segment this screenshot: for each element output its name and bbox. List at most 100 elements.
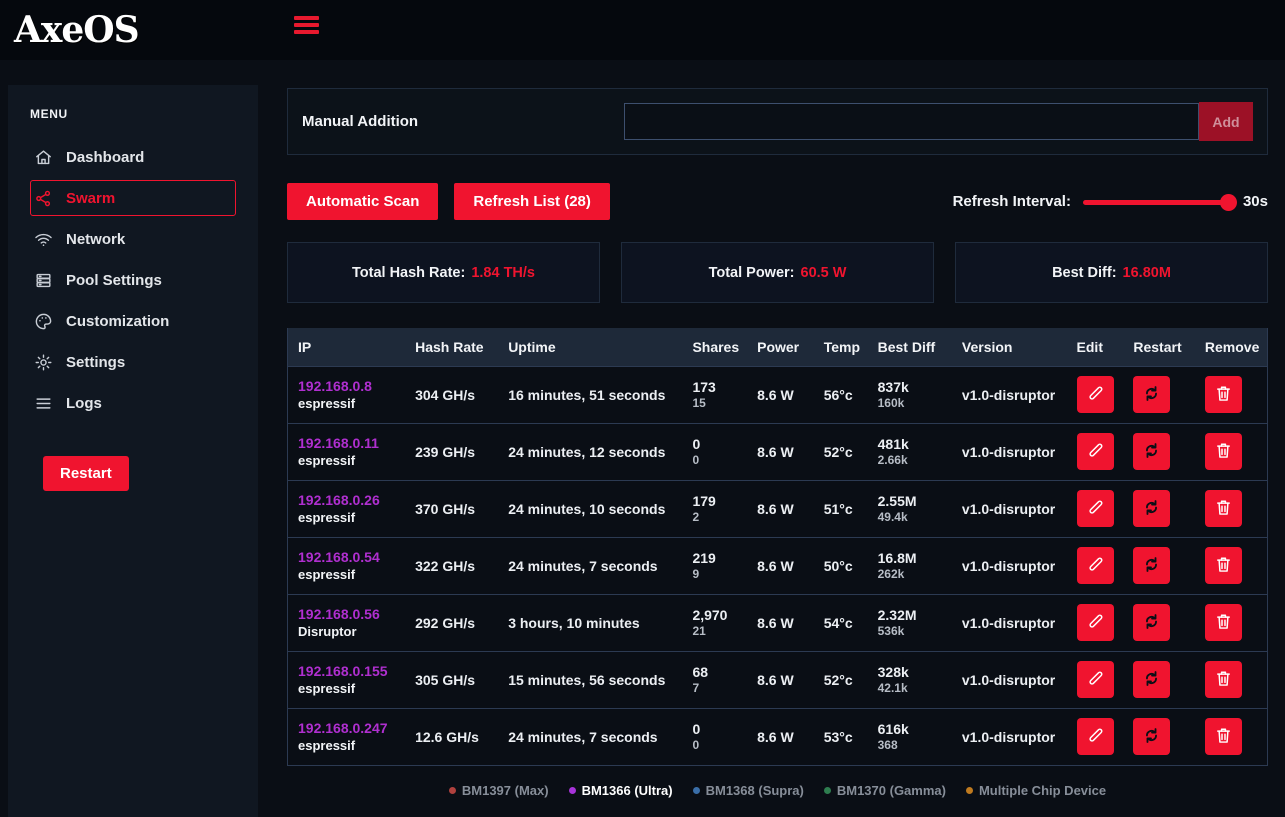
gear-icon	[33, 352, 53, 372]
shares-cell: 2199	[682, 537, 747, 594]
refresh-interval-slider[interactable]	[1083, 194, 1235, 210]
sidebar-item-pool-settings[interactable]: Pool Settings	[30, 262, 236, 298]
sidebar-item-label: Network	[66, 231, 125, 248]
restart-button[interactable]	[1133, 433, 1170, 470]
restart-device-button[interactable]: Restart	[43, 456, 129, 491]
uptime-cell: 24 minutes, 7 seconds	[498, 537, 682, 594]
sidebar-item-settings[interactable]: Settings	[30, 344, 236, 380]
palette-icon	[33, 311, 53, 331]
restart-icon	[1141, 611, 1162, 635]
legend-dot-icon	[569, 787, 576, 794]
trash-icon	[1213, 554, 1234, 578]
axeos-logo: AxeOS	[14, 9, 139, 51]
remove-cell	[1195, 594, 1268, 651]
sidebar-item-label: Settings	[66, 354, 125, 371]
slider-thumb[interactable]	[1220, 194, 1237, 211]
total-hash-rate-label: Total Hash Rate:	[352, 265, 465, 281]
ip-cell: 192.168.0.54 espressif	[288, 537, 406, 594]
restart-button[interactable]	[1133, 376, 1170, 413]
total-power-label: Total Power:	[709, 265, 795, 281]
shares-rejected: 7	[692, 681, 747, 695]
device-ip-link[interactable]: 192.168.0.11	[298, 435, 405, 451]
asic-legend: BM1397 (Max)BM1366 (Ultra)BM1368 (Supra)…	[287, 783, 1268, 798]
best-diff-cell: 837k160k	[868, 366, 952, 423]
device-ip-link[interactable]: 192.168.0.26	[298, 492, 405, 508]
ip-cell: 192.168.0.155espressif	[288, 651, 406, 708]
col-header-remove: Remove	[1195, 328, 1268, 366]
restart-button[interactable]	[1133, 547, 1170, 584]
device-ip-link[interactable]: 192.168.0.54	[298, 549, 405, 565]
remove-button[interactable]	[1205, 604, 1242, 641]
manual-addition-label: Manual Addition	[302, 113, 624, 130]
device-hostname: espressif	[298, 567, 405, 582]
device-ip-link[interactable]: 192.168.0.8	[298, 378, 405, 394]
manual-addition-panel: Manual Addition Add	[287, 88, 1268, 155]
best-diff-cell: 616k368	[868, 708, 952, 765]
trash-icon	[1213, 668, 1234, 692]
sidebar-item-logs[interactable]: Logs	[30, 385, 236, 421]
remove-button[interactable]	[1205, 490, 1242, 527]
uptime-cell: 16 minutes, 51 seconds	[498, 366, 682, 423]
legend-item: Multiple Chip Device	[966, 783, 1106, 798]
sidebar-item-customization[interactable]: Customization	[30, 303, 236, 339]
edit-button[interactable]	[1077, 661, 1114, 698]
trash-icon	[1213, 383, 1234, 407]
edit-button[interactable]	[1077, 490, 1114, 527]
power-cell: 8.6 W	[747, 423, 814, 480]
power-cell: 8.6 W	[747, 366, 814, 423]
hash-rate-cell: 322 GH/s	[405, 537, 498, 594]
edit-button[interactable]	[1077, 718, 1114, 755]
edit-cell	[1067, 651, 1124, 708]
legend-dot-icon	[966, 787, 973, 794]
remove-button[interactable]	[1205, 547, 1242, 584]
slider-track	[1083, 200, 1235, 205]
device-hostname: espressif	[298, 396, 405, 411]
edit-cell	[1067, 366, 1124, 423]
sidebar-item-label: Logs	[66, 395, 102, 412]
temp-cell: 50°c	[814, 537, 868, 594]
shares-accepted: 0	[692, 721, 747, 737]
remove-cell	[1195, 651, 1268, 708]
col-header-ip: IP	[288, 328, 406, 366]
remove-cell	[1195, 366, 1268, 423]
device-ip-link[interactable]: 192.168.0.56	[298, 606, 405, 622]
manual-addition-input[interactable]	[624, 103, 1199, 140]
pencil-icon	[1085, 554, 1106, 578]
restart-cell	[1123, 423, 1195, 480]
restart-icon	[1141, 554, 1162, 578]
shares-cell: 17315	[682, 366, 747, 423]
uptime-cell: 24 minutes, 7 seconds	[498, 708, 682, 765]
edit-cell	[1067, 423, 1124, 480]
restart-button[interactable]	[1133, 718, 1170, 755]
best-diff-cell: 16.8M262k	[868, 537, 952, 594]
add-button[interactable]: Add	[1199, 102, 1253, 141]
device-hostname: espressif	[298, 738, 405, 753]
edit-button[interactable]	[1077, 433, 1114, 470]
pencil-icon	[1085, 611, 1106, 635]
session-diff-value: 368	[878, 738, 952, 752]
legend-item: BM1368 (Supra)	[693, 783, 804, 798]
device-ip-link[interactable]: 192.168.0.155	[298, 663, 405, 679]
restart-icon	[1141, 725, 1162, 749]
remove-button[interactable]	[1205, 661, 1242, 698]
shares-accepted: 173	[692, 379, 747, 395]
edit-button[interactable]	[1077, 376, 1114, 413]
restart-button[interactable]	[1133, 604, 1170, 641]
restart-cell	[1123, 651, 1195, 708]
restart-button[interactable]	[1133, 661, 1170, 698]
remove-button[interactable]	[1205, 433, 1242, 470]
temp-cell: 51°c	[814, 480, 868, 537]
refresh-list-button[interactable]: Refresh List (28)	[454, 183, 610, 220]
sidebar-item-swarm[interactable]: Swarm	[30, 180, 236, 216]
refresh-interval-value: 30s	[1243, 193, 1268, 210]
automatic-scan-button[interactable]: Automatic Scan	[287, 183, 438, 220]
remove-button[interactable]	[1205, 376, 1242, 413]
restart-button[interactable]	[1133, 490, 1170, 527]
remove-button[interactable]	[1205, 718, 1242, 755]
sidebar-item-network[interactable]: Network	[30, 221, 236, 257]
sidebar-item-dashboard[interactable]: Dashboard	[30, 139, 236, 175]
restart-cell	[1123, 537, 1195, 594]
edit-button[interactable]	[1077, 547, 1114, 584]
device-ip-link[interactable]: 192.168.0.247	[298, 720, 405, 736]
edit-button[interactable]	[1077, 604, 1114, 641]
